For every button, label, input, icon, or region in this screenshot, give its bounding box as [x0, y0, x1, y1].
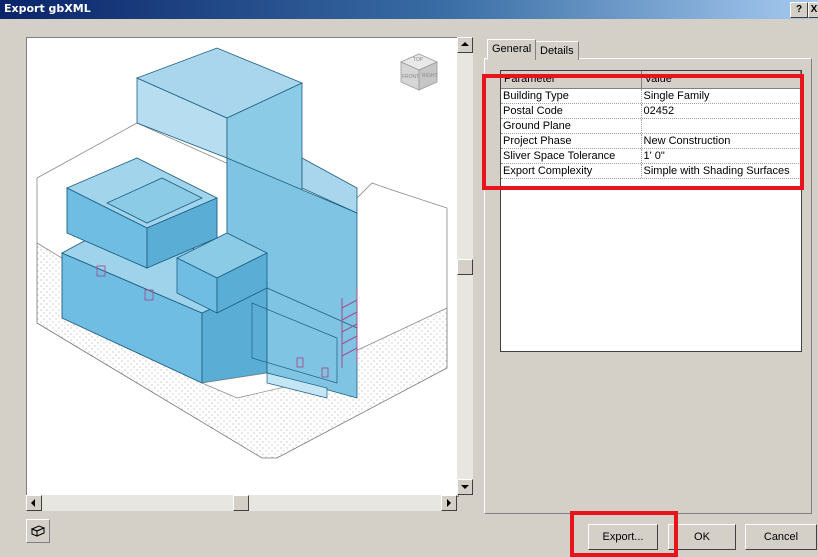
- parameter-value[interactable]: 1' 0": [642, 149, 801, 163]
- column-header-value[interactable]: Value: [642, 71, 801, 88]
- ok-button[interactable]: OK: [668, 524, 736, 550]
- view-cube[interactable]: TOP FRONT RIGHT: [399, 52, 439, 92]
- view-cube-top-label: TOP: [413, 57, 424, 63]
- tab-details[interactable]: Details: [535, 41, 579, 60]
- title-bar[interactable]: Export gbXML ? X: [0, 0, 818, 19]
- parameter-value[interactable]: 02452: [642, 104, 801, 118]
- parameter-name: Project Phase: [501, 134, 642, 148]
- viewport-horizontal-scrollbar[interactable]: [26, 495, 457, 511]
- parameter-value[interactable]: [642, 119, 801, 133]
- model-preview-viewport[interactable]: TOP FRONT RIGHT: [26, 37, 459, 497]
- cancel-button[interactable]: Cancel: [745, 524, 817, 550]
- scroll-up-arrow[interactable]: [457, 37, 473, 53]
- view-settings-button[interactable]: [26, 519, 50, 543]
- parameter-name: Postal Code: [501, 104, 642, 118]
- 3d-box-icon: [30, 525, 46, 537]
- column-header-parameter[interactable]: Parameter: [501, 71, 642, 88]
- scroll-down-arrow[interactable]: [457, 479, 473, 495]
- export-button[interactable]: Export...: [588, 524, 658, 550]
- parameter-name: Export Complexity: [501, 164, 642, 178]
- parameter-value[interactable]: New Construction: [642, 134, 801, 148]
- table-row[interactable]: Building Type Single Family: [501, 89, 801, 104]
- table-row[interactable]: Postal Code 02452: [501, 104, 801, 119]
- building-model-drawing: [36, 47, 448, 459]
- table-row[interactable]: Sliver Space Tolerance 1' 0": [501, 149, 801, 164]
- table-row[interactable]: Export Complexity Simple with Shading Su…: [501, 164, 801, 179]
- parameter-name: Building Type: [501, 89, 642, 103]
- table-row[interactable]: Ground Plane: [501, 119, 801, 134]
- table-row[interactable]: Project Phase New Construction: [501, 134, 801, 149]
- parameter-grid[interactable]: Parameter Value Building Type Single Fam…: [500, 70, 802, 352]
- tab-general[interactable]: General: [487, 39, 537, 60]
- scroll-left-arrow[interactable]: [26, 495, 42, 511]
- parameter-value[interactable]: Simple with Shading Surfaces: [642, 164, 801, 178]
- view-cube-right-label: RIGHT: [422, 73, 438, 79]
- viewport-vertical-scrollbar[interactable]: [457, 37, 473, 495]
- scroll-right-arrow[interactable]: [441, 495, 457, 511]
- parameter-name: Ground Plane: [501, 119, 642, 133]
- close-button[interactable]: X: [808, 2, 818, 18]
- view-cube-front-label: FRONT: [402, 74, 420, 80]
- help-button[interactable]: ?: [790, 2, 808, 18]
- horizontal-scroll-thumb[interactable]: [233, 495, 249, 511]
- window-title: Export gbXML: [4, 2, 91, 15]
- grid-header: Parameter Value: [501, 71, 801, 89]
- parameter-name: Sliver Space Tolerance: [501, 149, 642, 163]
- vertical-scroll-thumb[interactable]: [457, 259, 473, 275]
- parameter-value[interactable]: Single Family: [642, 89, 801, 103]
